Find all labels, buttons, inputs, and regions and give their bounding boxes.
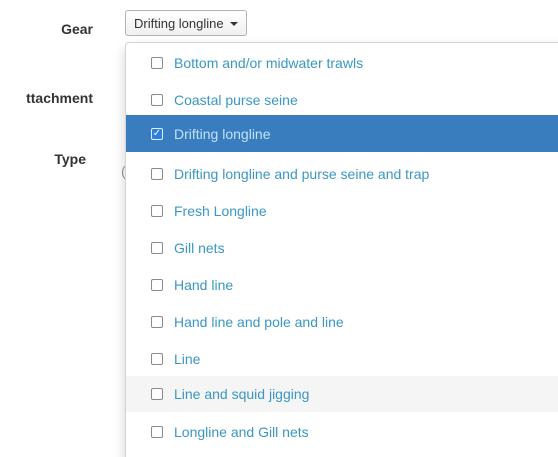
form-page: Gear ttachment Type ( ce Drifting longli… bbox=[0, 0, 558, 457]
option-label: Line and squid jigging bbox=[174, 386, 310, 402]
checkbox-icon[interactable] bbox=[151, 57, 163, 69]
checkbox-checked-icon[interactable]: ✓ bbox=[151, 127, 163, 140]
checkbox-icon[interactable] bbox=[151, 279, 163, 291]
option-label: Drifting longline bbox=[174, 125, 271, 142]
gear-label: Gear bbox=[61, 21, 93, 37]
option-label: Bottom and/or midwater trawls bbox=[174, 55, 364, 71]
option-label: Gill nets bbox=[174, 240, 225, 256]
option-label: Fresh Longline bbox=[174, 203, 267, 219]
gear-option-coastal-purse-seine[interactable]: Coastal purse seine bbox=[126, 82, 558, 118]
option-label: Drifting longline and purse seine and tr… bbox=[174, 166, 430, 182]
checkbox-icon[interactable] bbox=[151, 168, 163, 180]
gear-option-drifting-longline[interactable]: ✓ Drifting longline bbox=[126, 115, 558, 152]
checkbox-icon[interactable] bbox=[151, 316, 163, 328]
gear-dropdown-toggle[interactable]: Drifting longline bbox=[125, 10, 247, 36]
gear-option-line[interactable]: Line bbox=[126, 341, 558, 377]
gear-option-gill-nets[interactable]: Gill nets bbox=[126, 230, 558, 266]
checkbox-icon[interactable] bbox=[151, 205, 163, 217]
checkbox-icon[interactable] bbox=[151, 353, 163, 365]
option-label: Hand line bbox=[174, 277, 234, 293]
checkbox-icon[interactable] bbox=[151, 388, 163, 400]
gear-option-drifting-longline-purse-seine-trap[interactable]: Drifting longline and purse seine and tr… bbox=[126, 156, 558, 192]
checkbox-icon[interactable] bbox=[151, 426, 163, 438]
attachment-label: ttachment bbox=[26, 90, 93, 106]
gear-option-line-squid-jigging[interactable]: Line and squid jigging bbox=[126, 376, 558, 412]
gear-option-hand-line-pole-line[interactable]: Hand line and pole and line bbox=[126, 304, 558, 340]
gear-option-hand-line[interactable]: Hand line bbox=[126, 267, 558, 303]
gear-option-bottom-midwater-trawls[interactable]: Bottom and/or midwater trawls bbox=[126, 45, 558, 81]
type-label: Type bbox=[54, 151, 86, 167]
checkbox-icon[interactable] bbox=[151, 242, 163, 254]
gear-option-longline-gill-nets[interactable]: Longline and Gill nets bbox=[126, 414, 558, 450]
option-label: Coastal purse seine bbox=[174, 92, 298, 108]
gear-dropdown-menu: Bottom and/or midwater trawls Coastal pu… bbox=[125, 42, 558, 457]
option-label: Hand line and pole and line bbox=[174, 314, 344, 330]
caret-down-icon bbox=[229, 22, 238, 26]
checkbox-icon[interactable] bbox=[151, 94, 163, 106]
option-label: Line bbox=[174, 351, 201, 367]
gear-selected-value: Drifting longline bbox=[134, 15, 224, 31]
gear-option-fresh-longline[interactable]: Fresh Longline bbox=[126, 193, 558, 229]
option-label: Longline and Gill nets bbox=[174, 424, 309, 440]
